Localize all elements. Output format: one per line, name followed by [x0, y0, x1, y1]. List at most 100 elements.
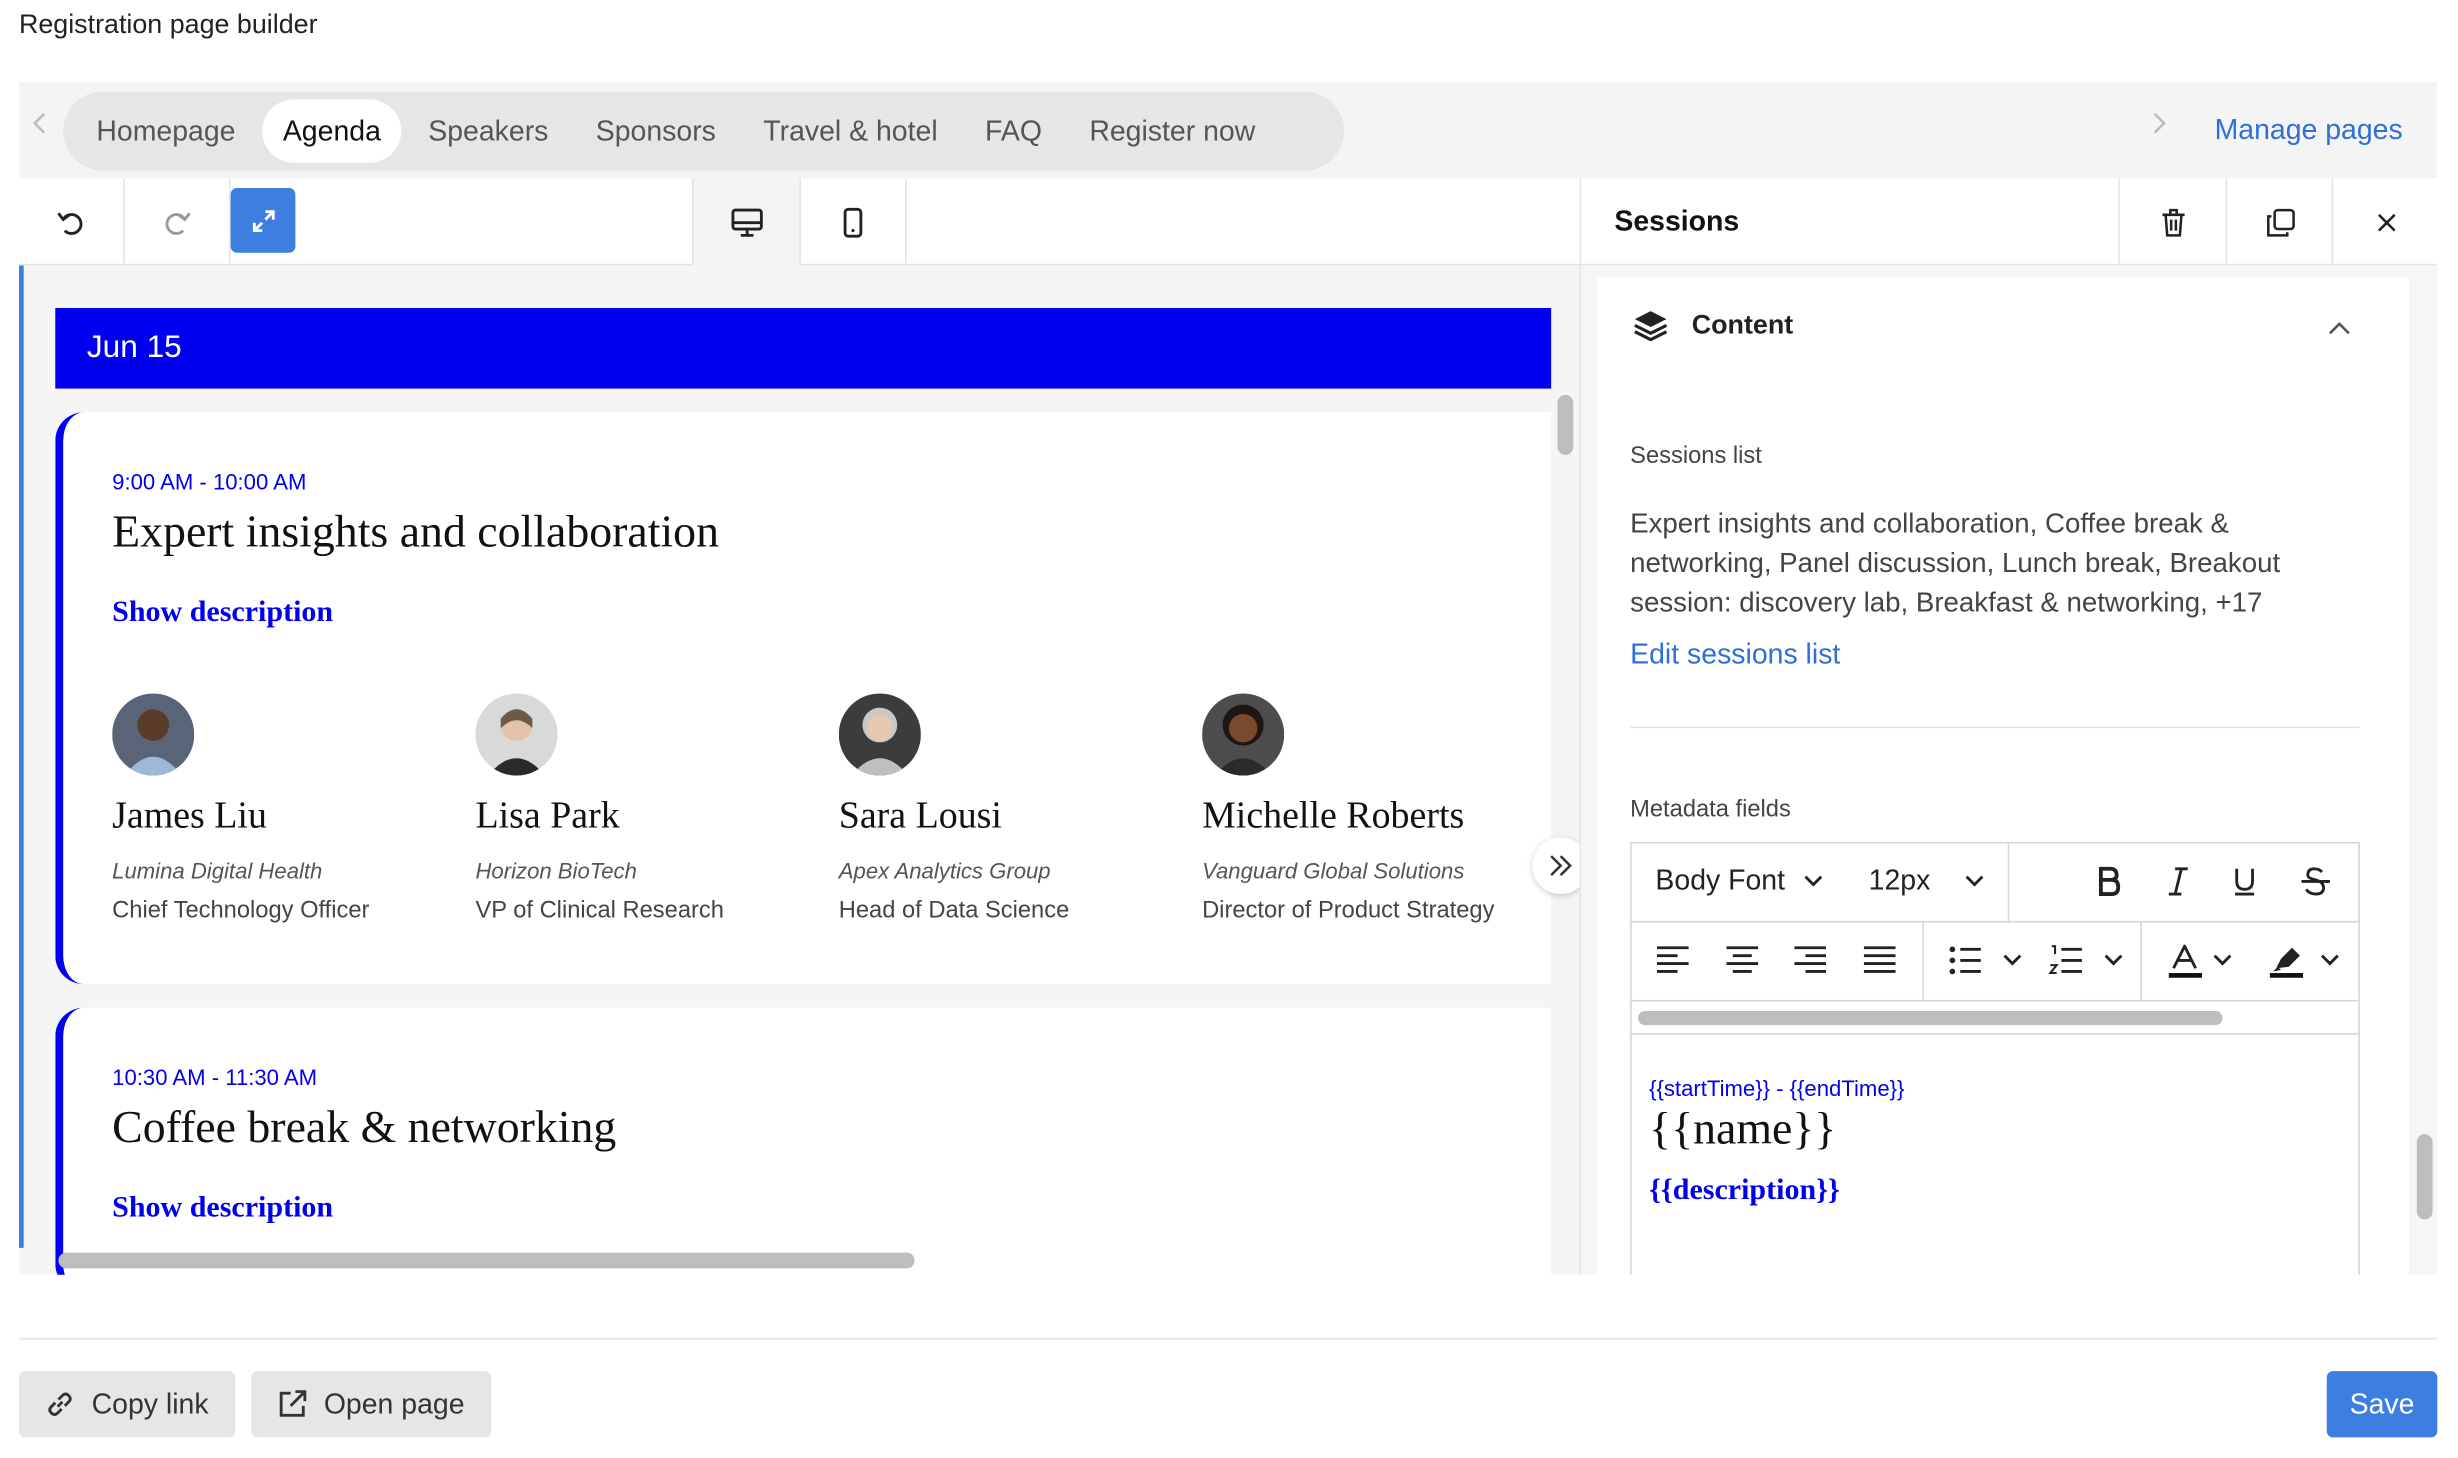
settings-panel: Sessions Content Sessions list Expert in… — [1579, 178, 2438, 1275]
underline-icon — [2235, 868, 2255, 896]
link-icon — [48, 1392, 72, 1416]
chevron-up-icon[interactable] — [2327, 316, 2352, 344]
bullet-list-icon — [1949, 946, 2022, 975]
speaker-name: Michelle Roberts — [1202, 796, 1465, 838]
tab-register-now[interactable]: Register now — [1069, 100, 1276, 163]
speaker-role: Head of Data Science — [838, 897, 1070, 925]
page-canvas: Jun 15 9:00 AM - 10:00 AM Expert insight… — [18, 265, 1580, 1275]
tab-speakers[interactable]: Speakers — [408, 100, 569, 163]
tab-sponsors[interactable]: Sponsors — [575, 100, 736, 163]
chevron-left-icon[interactable] — [32, 111, 48, 144]
editor-toolbar-scrollbar[interactable] — [1638, 1010, 2223, 1026]
open-page-button[interactable]: Open page — [251, 1371, 492, 1438]
highlighter-icon — [2269, 947, 2339, 978]
desktop-icon — [730, 207, 762, 236]
duplicate-button[interactable] — [2225, 178, 2333, 266]
speaker-name: Lisa Park — [475, 796, 620, 838]
session-card[interactable]: 9:00 AM - 10:00 AM Expert insights and c… — [55, 412, 1552, 985]
align-left-icon — [1657, 946, 1689, 973]
agenda-date-header[interactable]: Jun 15 — [55, 308, 1552, 389]
speaker-name: Sara Lousi — [838, 796, 1002, 838]
save-button[interactable]: Save — [2326, 1371, 2438, 1438]
text-color-button[interactable] — [2167, 943, 2246, 988]
expand-button[interactable] — [230, 187, 296, 253]
close-icon — [2377, 213, 2395, 231]
numbered-list-button[interactable] — [2048, 945, 2137, 984]
edit-sessions-list-link[interactable]: Edit sessions list — [1630, 638, 1840, 671]
content-section-header[interactable]: Content — [1632, 306, 1793, 344]
speaker-company: Vanguard Global Solutions — [1202, 857, 1465, 883]
speaker-role: Chief Technology Officer — [112, 897, 370, 925]
divider — [1630, 726, 2360, 729]
tab-travel-hotel[interactable]: Travel & hotel — [743, 100, 958, 163]
speaker-company: Lumina Digital Health — [112, 857, 323, 883]
align-left-button[interactable] — [1655, 945, 1690, 981]
align-right-icon — [1794, 946, 1827, 973]
show-description-link[interactable]: Show description — [112, 596, 333, 631]
editor-content-area[interactable]: {{startTime}} - {{endTime}} {{name}} {{d… — [1631, 1033, 2359, 1275]
content-section: Content Sessions list Expert insights an… — [1596, 278, 2409, 1275]
toolbar-separator — [2007, 843, 2010, 923]
align-center-icon — [1726, 946, 1759, 973]
tab-homepage[interactable]: Homepage — [76, 100, 256, 163]
tab-agenda[interactable]: Agenda — [262, 99, 402, 163]
chevron-down-icon — [1804, 875, 1823, 887]
panel-body: Content Sessions list Expert insights an… — [1581, 265, 2438, 1275]
undo-icon — [57, 211, 83, 235]
font-family-value: Body Font — [1655, 864, 1786, 896]
strikethrough-icon — [2301, 867, 2330, 896]
selection-indicator — [18, 265, 24, 1248]
avatar — [1202, 693, 1285, 776]
panel-header: Sessions — [1581, 178, 2438, 266]
mobile-view-button[interactable] — [799, 178, 907, 266]
chevron-right-icon[interactable] — [2151, 111, 2167, 144]
layers-icon — [1634, 311, 1668, 342]
template-time: {{startTime}} - {{endTime}} — [1649, 1075, 1905, 1101]
bold-button[interactable] — [2095, 866, 2123, 905]
panel-vertical-scrollbar[interactable] — [2416, 1134, 2433, 1220]
align-center-button[interactable] — [1725, 945, 1760, 981]
close-panel-button[interactable] — [2331, 178, 2437, 266]
redo-button[interactable] — [125, 178, 231, 266]
avatar — [838, 693, 921, 776]
external-link-icon — [279, 1390, 307, 1417]
session-card[interactable]: 10:30 AM - 11:30 AM Coffee break & netwo… — [55, 1007, 1552, 1275]
double-chevron-right-icon — [1550, 855, 1572, 876]
align-justify-icon — [1863, 946, 1896, 973]
bullet-list-button[interactable] — [1948, 945, 2036, 984]
bold-icon — [2098, 866, 2121, 896]
speaker-role: VP of Clinical Research — [475, 897, 724, 925]
page-tabs-bar: Homepage Agenda Speakers Sponsors Travel… — [18, 82, 2438, 179]
speaker-card: Sara Lousi Apex Analytics Group Head of … — [838, 693, 1202, 925]
underline-button[interactable] — [2232, 866, 2257, 905]
sessions-list-value: Expert insights and collaboration, Coffe… — [1630, 507, 2281, 618]
tab-faq[interactable]: FAQ — [965, 100, 1063, 163]
editor-toolbar-row: Body Font 12px — [1631, 843, 2359, 923]
canvas-vertical-scrollbar[interactable] — [1557, 394, 1574, 455]
redo-icon — [165, 211, 191, 235]
desktop-view-button[interactable] — [691, 178, 800, 266]
italic-button[interactable] — [2166, 866, 2191, 905]
font-family-select[interactable]: Body Font — [1655, 864, 1824, 897]
avatar — [475, 693, 558, 776]
copy-link-label: Copy link — [91, 1387, 209, 1420]
strikethrough-button[interactable] — [2300, 866, 2332, 905]
align-right-button[interactable] — [1793, 945, 1828, 981]
align-justify-button[interactable] — [1862, 945, 1897, 981]
copy-link-button[interactable]: Copy link — [18, 1371, 236, 1438]
font-size-select[interactable]: 12px — [1869, 864, 1986, 897]
editor-toolbar-row — [1631, 922, 2359, 1002]
font-size-value: 12px — [1868, 864, 1931, 896]
numbered-list-icon — [2048, 945, 2123, 975]
page-tabs: Homepage Agenda Speakers Sponsors Travel… — [63, 91, 1345, 171]
content-section-title: Content — [1691, 309, 1794, 340]
show-description-link[interactable]: Show description — [112, 1191, 333, 1226]
template-description: {{description}} — [1649, 1173, 1840, 1207]
delete-button[interactable] — [2118, 178, 2225, 266]
speaker-card: James Liu Lumina Digital Health Chief Te… — [112, 693, 475, 924]
italic-icon — [2168, 867, 2188, 896]
highlight-color-button[interactable] — [2268, 945, 2347, 988]
canvas-horizontal-scrollbar[interactable] — [58, 1252, 915, 1269]
manage-pages-link[interactable]: Manage pages — [2215, 114, 2403, 147]
undo-button[interactable] — [19, 178, 125, 266]
